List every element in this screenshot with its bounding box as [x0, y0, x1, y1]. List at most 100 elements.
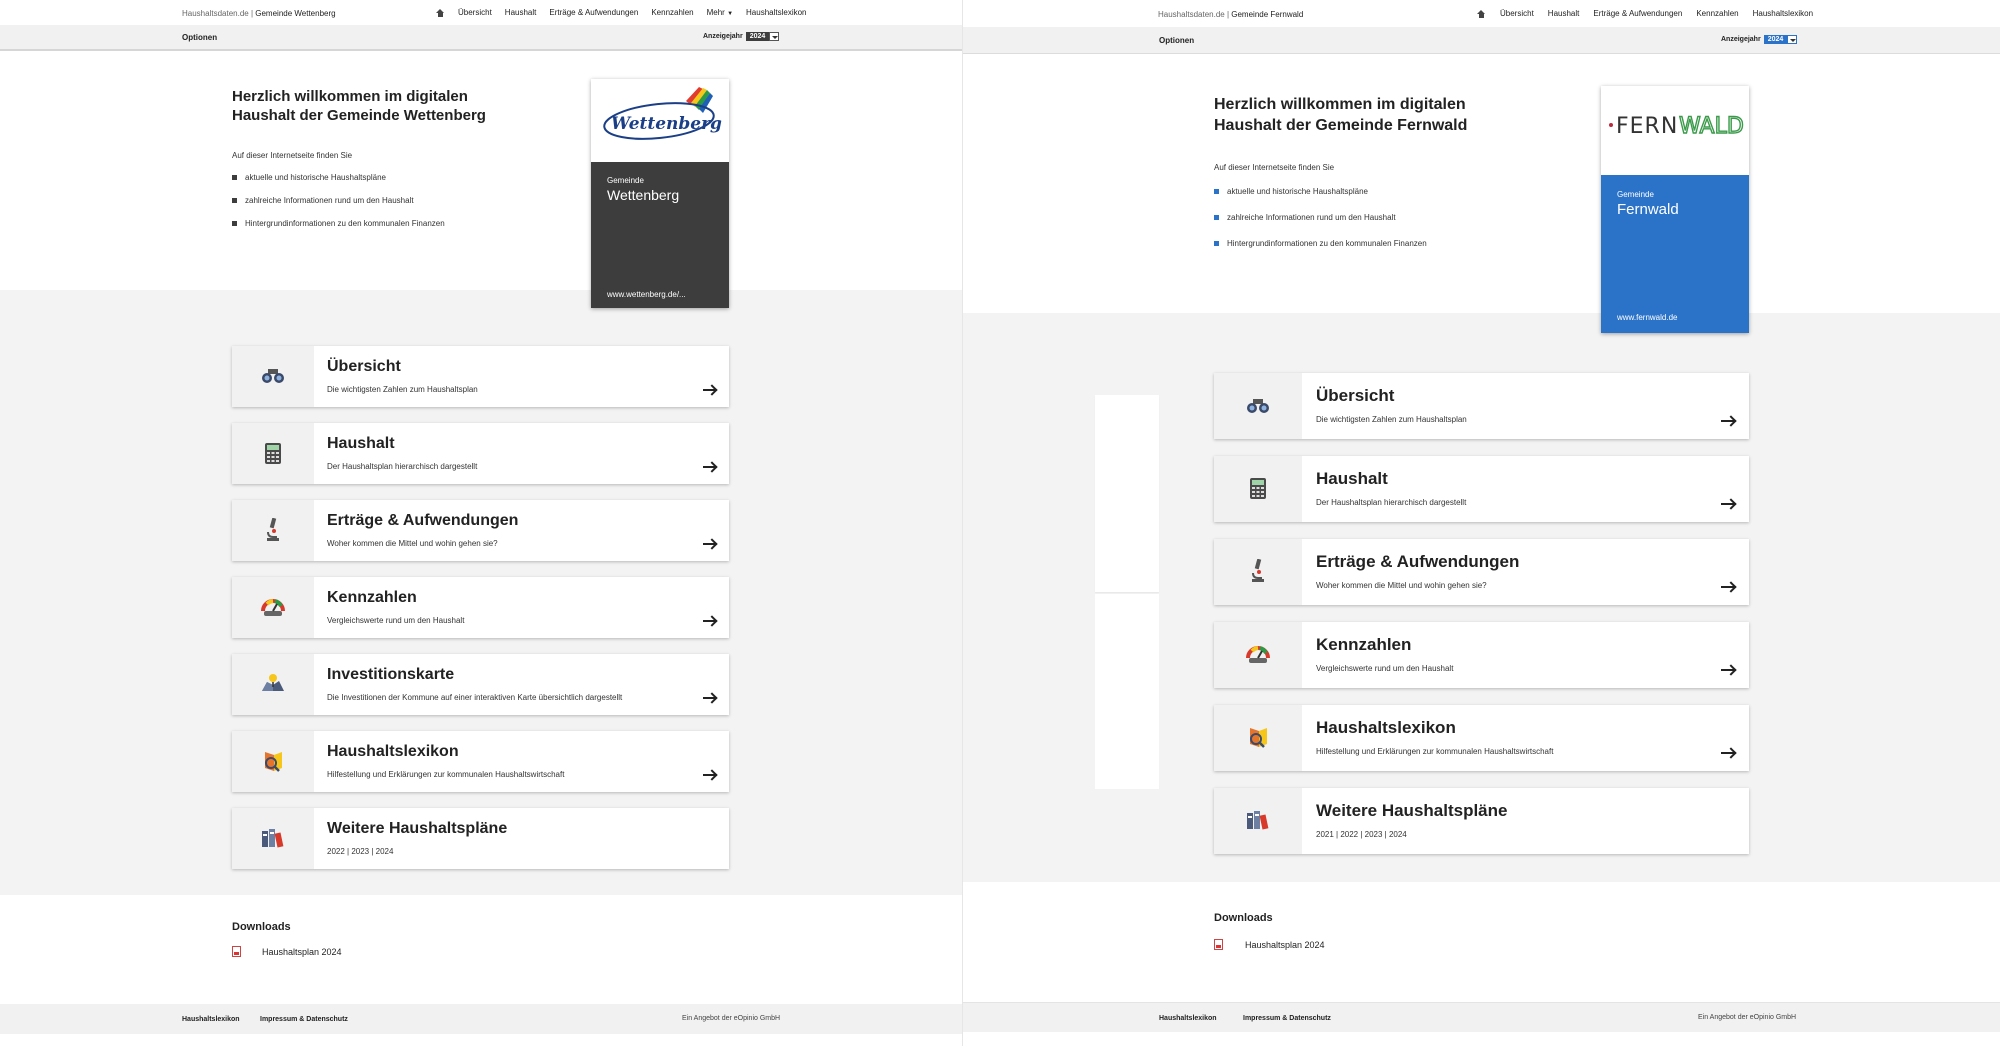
nav-mehr-label: Mehr	[706, 8, 725, 17]
tile-icon-box	[232, 346, 314, 407]
page-title: Herzlich willkommen im digitalen Haushal…	[1214, 94, 1467, 136]
tile-title: Erträge & Aufwendungen	[1316, 552, 1520, 571]
tile-subtitle: Woher kommen die Mittel und wohin gehen …	[1316, 581, 1487, 590]
municipality-card[interactable]: FERN WALD Gemeinde Fernwald www.fernwald…	[1601, 86, 1749, 333]
tile-kennzahlen[interactable]: Kennzahlen Vergleichswerte rund um den H…	[1214, 622, 1749, 688]
nav-ertraege[interactable]: Erträge & Aufwendungen	[549, 8, 638, 17]
home-icon[interactable]	[1477, 9, 1486, 18]
nav-uebersicht[interactable]: Übersicht	[1500, 9, 1534, 18]
calculator-icon	[265, 443, 281, 464]
download-link[interactable]: Haushaltsplan 2024	[1214, 939, 1325, 950]
card-url[interactable]: www.wettenberg.de/...	[607, 290, 686, 299]
arrow-right-icon	[703, 466, 715, 468]
card-url[interactable]: www.fernwald.de	[1617, 313, 1677, 322]
arrow-right-icon	[1721, 420, 1734, 422]
card-name: Fernwald	[1617, 201, 1679, 218]
list-item-text: Hintergrundinformationen zu den kommunal…	[245, 219, 445, 228]
nav-uebersicht[interactable]: Übersicht	[458, 8, 492, 17]
nav-haushalt[interactable]: Haushalt	[1548, 9, 1580, 18]
download-link[interactable]: Haushaltsplan 2024	[232, 946, 342, 957]
intro-text: Auf dieser Internetseite finden Sie	[1214, 163, 1335, 172]
municipality-card[interactable]: Wettenberg Gemeinde Wettenberg www.wette…	[591, 79, 729, 308]
binoculars-icon	[1247, 399, 1269, 413]
tile-icon-box	[1214, 622, 1302, 688]
card-label: Gemeinde	[1617, 190, 1654, 199]
site-brand[interactable]: Haushaltsdaten.de | Gemeinde Wettenberg	[182, 9, 336, 18]
tile-subtitle[interactable]: 2021 | 2022 | 2023 | 2024	[1316, 830, 1407, 839]
logo-text-part1: FERN	[1616, 114, 1678, 139]
tile-ertraege[interactable]: Erträge & Aufwendungen Woher kommen die …	[1214, 539, 1749, 605]
card-name: Wettenberg	[607, 187, 680, 203]
page-title-line2: Haushalt der Gemeinde Wettenberg	[232, 107, 486, 124]
binoculars-icon	[262, 369, 284, 383]
tile-haushaltslexikon[interactable]: Haushaltslexikon Hilfestellung und Erklä…	[1214, 705, 1749, 771]
tile-icon-box	[232, 731, 314, 792]
footer-link-lexikon[interactable]: Haushaltslexikon	[1159, 1015, 1217, 1022]
tile-uebersicht[interactable]: Übersicht Die wichtigsten Zahlen zum Hau…	[232, 346, 729, 407]
book-icon	[1250, 728, 1267, 748]
tile-uebersicht[interactable]: Übersicht Die wichtigsten Zahlen zum Hau…	[1214, 373, 1749, 439]
tile-haushaltslexikon[interactable]: Haushaltslexikon Hilfestellung und Erklä…	[232, 731, 729, 792]
tile-icon-box	[1214, 539, 1302, 605]
top-navigation: Haushaltsdaten.de | Gemeinde Fernwald Üb…	[963, 0, 2000, 27]
site-brand[interactable]: Haushaltsdaten.de | Gemeinde Fernwald	[1158, 10, 1303, 19]
arrow-right-icon	[703, 697, 715, 699]
options-toggle[interactable]: Optionen	[1159, 36, 1194, 45]
wettenberg-page: Haushaltsdaten.de | Gemeinde Wettenberg …	[0, 0, 962, 1046]
download-label: Haushaltsplan 2024	[262, 946, 342, 957]
tile-title: Haushaltslexikon	[1316, 718, 1456, 737]
main-nav: Übersicht Haushalt Erträge & Aufwendunge…	[436, 8, 807, 17]
nav-mehr[interactable]: Mehr ▼	[707, 8, 733, 17]
footer-link-impressum[interactable]: Impressum & Datenschutz	[260, 1016, 348, 1023]
arrow-right-icon	[703, 389, 715, 391]
microscope-icon	[1252, 559, 1264, 582]
nav-haushaltslexikon[interactable]: Haushaltslexikon	[746, 8, 806, 17]
nav-kennzahlen[interactable]: Kennzahlen	[651, 8, 693, 17]
arrow-right-icon	[1721, 669, 1734, 671]
tile-icon-box	[232, 808, 314, 869]
arrow-right-icon	[703, 543, 715, 545]
book-icon	[265, 752, 282, 772]
tile-subtitle: Die wichtigsten Zahlen zum Haushaltsplan	[327, 385, 478, 394]
tile-haushalt[interactable]: Haushalt Der Haushaltsplan hierarchisch …	[1214, 456, 1749, 522]
footer-link-lexikon[interactable]: Haushaltslexikon	[182, 1016, 240, 1023]
nav-haushaltslexikon[interactable]: Haushaltslexikon	[1753, 9, 1813, 18]
options-toggle[interactable]: Optionen	[182, 33, 217, 42]
tile-title: Übersicht	[327, 358, 401, 375]
list-item: aktuelle und historische Haushaltspläne	[232, 173, 445, 196]
year-select[interactable]: 2024	[745, 32, 780, 41]
tile-icon-box	[232, 500, 314, 561]
tile-icon-box	[1214, 788, 1302, 854]
options-bar: Optionen Anzeigejahr 2024	[963, 27, 2000, 54]
nav-ertraege[interactable]: Erträge & Aufwendungen	[1593, 9, 1682, 18]
intro-text: Auf dieser Internetseite finden Sie	[232, 151, 353, 160]
municipality-logo: Wettenberg	[591, 79, 729, 162]
tile-weitere-haushaltsplaene: Weitere Haushaltspläne 2022 | 2023 | 202…	[232, 808, 729, 869]
tile-haushalt[interactable]: Haushalt Der Haushaltsplan hierarchisch …	[232, 423, 729, 484]
footer-credit[interactable]: Ein Angebot der eOpinio GmbH	[682, 1015, 780, 1022]
download-label: Haushaltsplan 2024	[1245, 939, 1325, 950]
home-icon[interactable]	[436, 8, 445, 17]
tile-weitere-haushaltsplaene: Weitere Haushaltspläne 2021 | 2022 | 202…	[1214, 788, 1749, 854]
year-label: Anzeigejahr	[1721, 36, 1761, 43]
tile-ertraege[interactable]: Erträge & Aufwendungen Woher kommen die …	[232, 500, 729, 561]
tile-icon-box	[232, 654, 314, 715]
tile-subtitle: Hilfestellung und Erklärungen zur kommun…	[1316, 747, 1554, 756]
tile-title: Weitere Haushaltspläne	[327, 820, 508, 837]
municipality-logo: FERN WALD	[1601, 86, 1749, 175]
footer-credit[interactable]: Ein Angebot der eOpinio GmbH	[1698, 1014, 1796, 1021]
tile-subtitle: Hilfestellung und Erklärungen zur kommun…	[327, 770, 565, 779]
tile-investitionskarte[interactable]: Investitionskarte Die Investitionen der …	[232, 654, 729, 715]
nav-haushalt[interactable]: Haushalt	[505, 8, 537, 17]
tile-kennzahlen[interactable]: Kennzahlen Vergleichswerte rund um den H…	[232, 577, 729, 638]
list-item-text: aktuelle und historische Haushaltspläne	[245, 173, 386, 182]
downloads-heading: Downloads	[232, 921, 291, 933]
year-value: 2024	[1763, 35, 1788, 44]
fernwald-page: Haushaltsdaten.de | Gemeinde Fernwald Üb…	[962, 0, 2000, 1046]
arrow-right-icon	[1721, 503, 1734, 505]
footer-link-impressum[interactable]: Impressum & Datenschutz	[1243, 1015, 1331, 1022]
year-select[interactable]: 2024	[1763, 35, 1798, 44]
tile-subtitle[interactable]: 2022 | 2023 | 2024	[327, 847, 393, 856]
folders-icon	[1247, 811, 1269, 830]
nav-kennzahlen[interactable]: Kennzahlen	[1696, 9, 1738, 18]
